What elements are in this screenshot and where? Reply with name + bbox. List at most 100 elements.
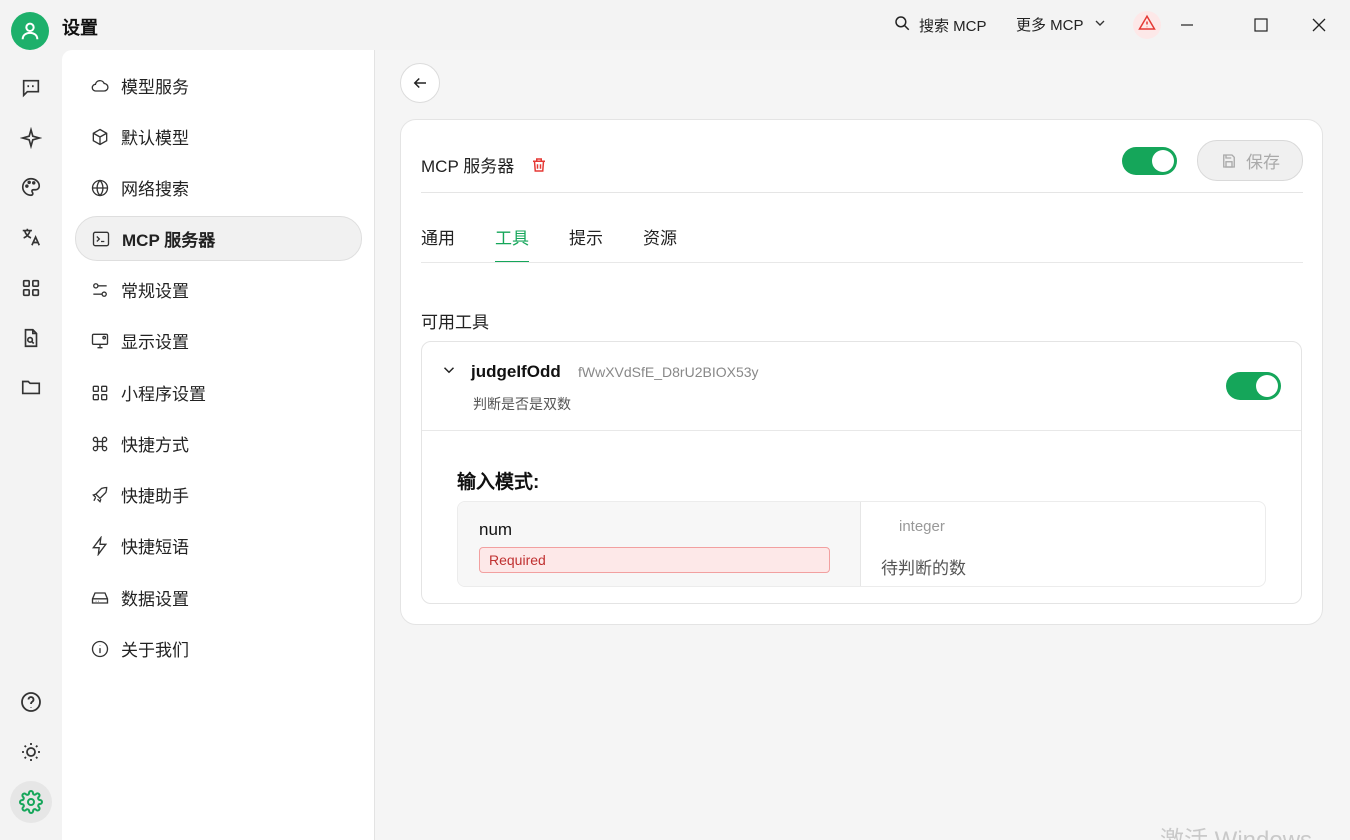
help-icon bbox=[21, 692, 41, 712]
globe-icon bbox=[89, 177, 111, 199]
search-mcp-button[interactable]: 搜索 MCP bbox=[893, 14, 987, 36]
settings-nav: 模型服务 默认模型 网络搜索 MCP 服务器 常规设置 显示设置 小程序设置 快… bbox=[62, 50, 375, 840]
param-key-cell: num Required bbox=[458, 502, 861, 586]
user-avatar[interactable] bbox=[11, 12, 49, 50]
param-description: 待判断的数 bbox=[881, 559, 966, 578]
nav-item-label: 数据设置 bbox=[121, 590, 189, 609]
server-header: MCP 服务器 bbox=[421, 152, 548, 177]
nav-item-label: 快捷助手 bbox=[121, 487, 189, 506]
tab-resources[interactable]: 资源 bbox=[643, 224, 677, 263]
nav-item-label: 显示设置 bbox=[121, 333, 189, 352]
chevron-down-icon bbox=[443, 367, 455, 374]
more-mcp-button[interactable]: 更多 MCP bbox=[1016, 14, 1108, 35]
minimize-button[interactable] bbox=[1172, 10, 1202, 40]
save-icon bbox=[1223, 153, 1235, 168]
translate-icon bbox=[22, 228, 41, 246]
cube-icon bbox=[89, 126, 111, 148]
nav-item-quick-assistant[interactable]: 快捷助手 bbox=[75, 472, 362, 517]
tab-general[interactable]: 通用 bbox=[421, 224, 455, 263]
theme-icon bbox=[22, 743, 40, 761]
nav-item-general-settings[interactable]: 常规设置 bbox=[75, 267, 362, 312]
rail-theme-button[interactable] bbox=[17, 738, 45, 766]
nav-item-label: 快捷方式 bbox=[121, 436, 189, 455]
tool-description: 判断是否是双数 bbox=[473, 396, 571, 412]
file-search-icon bbox=[24, 328, 38, 348]
nav-item-mcp-server[interactable]: MCP 服务器 bbox=[75, 216, 362, 261]
nav-item-label: 常规设置 bbox=[121, 282, 189, 301]
rail-paint-button[interactable] bbox=[17, 173, 45, 201]
input-schema-title: 输入模式: bbox=[457, 472, 540, 493]
tool-divider bbox=[422, 430, 1301, 431]
maximize-icon bbox=[1254, 18, 1268, 32]
zap-icon bbox=[89, 535, 111, 557]
rail-chat-button[interactable] bbox=[17, 74, 45, 102]
rail-apps-button[interactable] bbox=[17, 274, 45, 302]
rail-assistant-button[interactable] bbox=[17, 124, 45, 152]
nav-item-model-service[interactable]: 模型服务 bbox=[75, 63, 362, 108]
nav-item-shortcuts[interactable]: 快捷方式 bbox=[75, 421, 362, 466]
rail-files-search-button[interactable] bbox=[17, 324, 45, 352]
chevron-down-icon bbox=[1092, 15, 1108, 35]
close-icon bbox=[1312, 18, 1326, 32]
tool-id: fWwXVdSfE_D8rU2BIOX53y bbox=[578, 364, 759, 380]
nav-item-quick-phrases[interactable]: 快捷短语 bbox=[75, 523, 362, 568]
nav-item-label: 默认模型 bbox=[121, 129, 189, 148]
activation-watermark: 激活 Windows bbox=[1160, 820, 1312, 840]
tool-expand-button[interactable] bbox=[440, 361, 458, 384]
save-button[interactable]: 保存 bbox=[1197, 140, 1303, 181]
rail-translate-button[interactable] bbox=[17, 223, 45, 251]
settings-gear-icon bbox=[19, 790, 43, 814]
server-enabled-toggle[interactable] bbox=[1122, 147, 1177, 175]
rail-help-button[interactable] bbox=[17, 688, 45, 716]
warning-button[interactable] bbox=[1133, 11, 1161, 39]
tabs-divider bbox=[421, 262, 1303, 263]
back-button[interactable] bbox=[400, 63, 440, 103]
title-bar: 设置 搜索 MCP 更多 MCP bbox=[0, 0, 1350, 50]
main-content: MCP 服务器 保存 通用 工具 提示 资源 可用工具 judgeIfOdd f… bbox=[375, 50, 1350, 840]
search-mcp-label: 搜索 MCP bbox=[919, 17, 987, 35]
rail-settings-button[interactable] bbox=[10, 781, 52, 823]
grid-icon bbox=[89, 382, 111, 404]
required-badge: Required bbox=[479, 547, 830, 573]
terminal-icon bbox=[90, 228, 112, 250]
chat-icon bbox=[22, 79, 40, 98]
tool-enabled-toggle[interactable] bbox=[1226, 372, 1281, 400]
nav-item-about[interactable]: 关于我们 bbox=[75, 626, 362, 671]
nav-item-miniapp-settings[interactable]: 小程序设置 bbox=[75, 370, 362, 415]
nav-item-data-settings[interactable]: 数据设置 bbox=[75, 575, 362, 620]
close-button[interactable] bbox=[1304, 10, 1334, 40]
icon-rail bbox=[0, 50, 62, 840]
nav-item-label: 关于我们 bbox=[121, 641, 189, 660]
command-icon bbox=[89, 433, 111, 455]
server-tabs: 通用 工具 提示 资源 bbox=[421, 224, 677, 263]
mcp-server-card: MCP 服务器 保存 通用 工具 提示 资源 可用工具 judgeIfOdd f… bbox=[400, 119, 1323, 625]
nav-item-label: MCP 服务器 bbox=[122, 231, 216, 250]
rail-folder-button[interactable] bbox=[17, 373, 45, 401]
hard-drive-icon bbox=[89, 587, 111, 609]
apps-grid-icon bbox=[22, 279, 40, 297]
rocket-icon bbox=[89, 484, 111, 506]
tool-name: judgeIfOdd bbox=[471, 362, 561, 381]
more-mcp-label: 更多 MCP bbox=[1016, 17, 1084, 34]
nav-item-label: 小程序设置 bbox=[121, 385, 206, 404]
nav-item-web-search[interactable]: 网络搜索 bbox=[75, 165, 362, 210]
sparkle-icon bbox=[20, 127, 42, 149]
nav-item-display-settings[interactable]: 显示设置 bbox=[75, 318, 362, 363]
nav-item-default-model[interactable]: 默认模型 bbox=[75, 114, 362, 159]
tab-tools[interactable]: 工具 bbox=[495, 224, 529, 263]
tab-prompts[interactable]: 提示 bbox=[569, 224, 603, 263]
maximize-button[interactable] bbox=[1246, 10, 1276, 40]
monitor-icon bbox=[89, 330, 111, 352]
tool-item: judgeIfOdd fWwXVdSfE_D8rU2BIOX53y 判断是否是双… bbox=[421, 341, 1302, 604]
search-icon bbox=[893, 14, 911, 36]
server-title: MCP 服务器 bbox=[421, 157, 515, 176]
param-type: integer bbox=[899, 518, 945, 535]
warning-icon bbox=[1138, 14, 1156, 37]
nav-item-label: 模型服务 bbox=[121, 78, 189, 97]
minimize-icon bbox=[1181, 24, 1193, 26]
app-title: 设置 bbox=[62, 18, 98, 38]
delete-server-button[interactable] bbox=[530, 156, 548, 174]
folder-icon bbox=[21, 380, 41, 395]
input-schema-table: num Required integer 待判断的数 bbox=[457, 501, 1266, 587]
arrow-left-icon bbox=[413, 77, 426, 89]
